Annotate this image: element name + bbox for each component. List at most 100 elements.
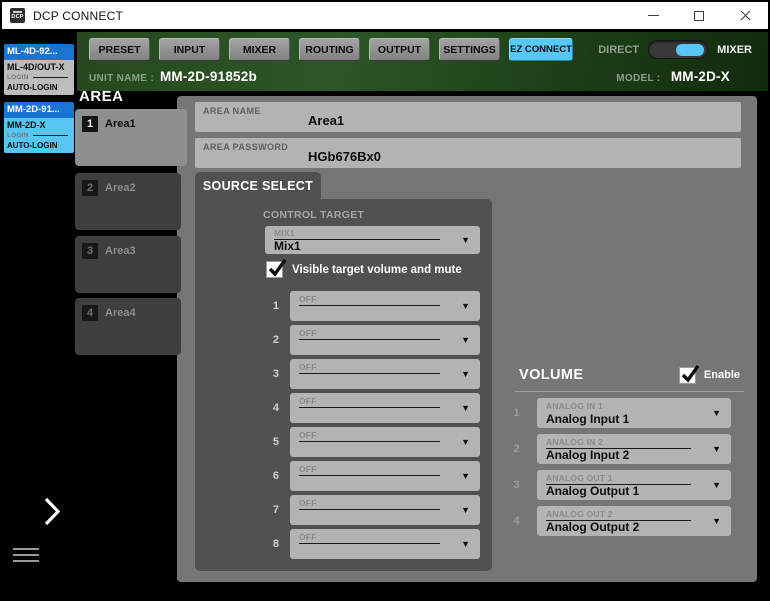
area-tab-1[interactable]: 1 Area1	[75, 109, 187, 166]
source-row-number: 4	[195, 402, 279, 414]
source-row-number: 3	[195, 368, 279, 380]
volume-row-number: 2	[507, 443, 526, 455]
volume-enable-label: Enable	[704, 369, 740, 381]
dropdown-param: ANALOG OUT 1	[546, 473, 613, 483]
menu-bar-icon	[13, 560, 39, 562]
settings-button[interactable]: SETTINGS	[439, 38, 500, 61]
area-tab-2[interactable]: 2 Area2	[75, 173, 181, 230]
volume-divider	[515, 391, 744, 392]
volume-header: VOLUME Enable	[507, 362, 744, 388]
source-dropdown-8[interactable]: OFF ▼	[290, 529, 480, 559]
volume-row: 2 ANALOG IN 2 Analog Input 2 ▼	[507, 434, 744, 464]
visible-target-row: Visible target volume and mute	[266, 261, 462, 278]
maximize-button[interactable]	[676, 2, 722, 29]
mixer-button[interactable]: MIXER	[229, 38, 290, 61]
area-tab-label: Area1	[105, 118, 136, 130]
device-login-label: LOGIN	[7, 74, 29, 81]
dropdown-param: OFF	[299, 430, 317, 440]
source-dropdown-2[interactable]: OFF ▼	[290, 325, 480, 355]
direct-mixer-toggle[interactable]	[648, 40, 708, 59]
volume-dropdown-3[interactable]: ANALOG OUT 1 Analog Output 1 ▼	[537, 470, 731, 500]
dropdown-param: OFF	[299, 396, 317, 406]
dropdown-divider	[299, 509, 440, 510]
chevron-down-icon: ▼	[461, 505, 470, 515]
dropdown-divider	[299, 543, 440, 544]
control-target-dropdown[interactable]: MIX1 Mix1 ▼	[265, 226, 480, 254]
source-dropdown-6[interactable]: OFF ▼	[290, 461, 480, 491]
model-label: MODEL :	[616, 73, 660, 84]
area-tab-3[interactable]: 3 Area3	[75, 236, 181, 293]
source-dropdown-1[interactable]: OFF ▼	[290, 291, 480, 321]
source-select-tab: SOURCE SELECT	[195, 172, 321, 200]
dropdown-param: OFF	[299, 498, 317, 508]
chevron-down-icon: ▼	[712, 480, 721, 490]
source-row: 6 OFF ▼	[195, 461, 492, 491]
visible-target-checkbox[interactable]	[266, 261, 283, 278]
source-row: 2 OFF ▼	[195, 325, 492, 355]
routing-button[interactable]: ROUTING	[299, 38, 360, 61]
checkmark-icon	[681, 365, 700, 384]
area-password-field[interactable]: AREA PASSWORD HGb676Bx0	[195, 138, 741, 168]
area-detail-panel: AREA NAME Area1 AREA PASSWORD HGb676Bx0 …	[177, 96, 757, 582]
dropdown-param: OFF	[299, 532, 317, 542]
dropdown-divider	[299, 441, 440, 442]
chevron-down-icon: ▼	[461, 301, 470, 311]
toggle-knob	[676, 44, 704, 56]
info-row: UNIT NAME : MM-2D-91852b MODEL : MM-2D-X	[77, 63, 768, 86]
source-row: 4 OFF ▼	[195, 393, 492, 423]
mixer-mode-label: MIXER	[717, 44, 752, 56]
minimize-button[interactable]	[630, 2, 676, 29]
dropdown-divider	[299, 407, 440, 408]
area-tab-4[interactable]: 4 Area4	[75, 298, 181, 355]
volume-dropdown-4[interactable]: ANALOG OUT 2 Analog Output 2 ▼	[537, 506, 731, 536]
input-button[interactable]: INPUT	[159, 38, 220, 61]
dropdown-value: Analog Input 2	[546, 448, 629, 462]
preset-button[interactable]: PRESET	[89, 38, 150, 61]
volume-row: 4 ANALOG OUT 2 Analog Output 2 ▼	[507, 506, 744, 536]
volume-row: 3 ANALOG OUT 1 Analog Output 1 ▼	[507, 470, 744, 500]
device-body: MM-2D-X LOGIN AUTO-LOGIN	[4, 118, 74, 153]
close-button[interactable]	[722, 2, 768, 29]
app-body: PRESET INPUT MIXER ROUTING OUTPUT SETTIN…	[2, 29, 768, 599]
dropdown-param: OFF	[299, 362, 317, 372]
area-name-field[interactable]: AREA NAME Area1	[195, 102, 741, 132]
source-dropdown-3[interactable]: OFF ▼	[290, 359, 480, 389]
ez-connect-button[interactable]: EZ CONNECT	[509, 38, 573, 61]
expand-sidebar-button[interactable]	[42, 496, 64, 533]
menu-button[interactable]	[13, 548, 39, 566]
dropdown-param: ANALOG OUT 2	[546, 509, 613, 519]
volume-dropdown-1[interactable]: ANALOG IN 1 Analog Input 1 ▼	[537, 398, 731, 428]
maximize-icon	[694, 11, 704, 21]
chevron-down-icon: ▼	[461, 437, 470, 447]
app-logo-icon: DCP	[10, 8, 25, 23]
source-dropdown-5[interactable]: OFF ▼	[290, 427, 480, 457]
dropdown-value: Mix1	[274, 239, 301, 253]
source-dropdown-7[interactable]: OFF ▼	[290, 495, 480, 525]
chevron-right-icon	[42, 496, 64, 528]
visible-target-label: Visible target volume and mute	[292, 264, 462, 276]
unit-name-value: MM-2D-91852b	[160, 69, 257, 84]
device-card-ml4d[interactable]: ML-4D-92... ML-4D/OUT-X LOGIN AUTO-LOGIN	[4, 44, 74, 95]
area-name-value: Area1	[308, 113, 344, 128]
device-card-mm2d[interactable]: MM-2D-91... MM-2D-X LOGIN AUTO-LOGIN	[4, 102, 74, 153]
source-row-number: 8	[195, 538, 279, 550]
source-dropdown-4[interactable]: OFF ▼	[290, 393, 480, 423]
model-value: MM-2D-X	[671, 69, 730, 84]
volume-enable-checkbox[interactable]	[679, 367, 696, 384]
area-tab-number: 1	[82, 116, 98, 132]
output-button[interactable]: OUTPUT	[369, 38, 430, 61]
dropdown-divider	[299, 339, 440, 340]
minimize-icon	[648, 15, 659, 17]
chevron-down-icon: ▼	[461, 335, 470, 345]
area-tab-number: 3	[82, 243, 98, 259]
mode-toggle-group: DIRECT MIXER	[598, 40, 752, 59]
device-header: MM-2D-91...	[4, 102, 74, 118]
titlebar: DCP DCP CONNECT	[2, 2, 768, 29]
volume-row-number: 1	[507, 407, 526, 419]
menu-bar-icon	[13, 554, 39, 556]
chevron-down-icon: ▼	[461, 471, 470, 481]
volume-dropdown-2[interactable]: ANALOG IN 2 Analog Input 2 ▼	[537, 434, 731, 464]
device-model: MM-2D-X	[7, 120, 71, 130]
volume-title: VOLUME	[519, 367, 583, 383]
app-window: DCP DCP CONNECT PRESET INPUT MIXER ROUTI…	[0, 0, 770, 601]
